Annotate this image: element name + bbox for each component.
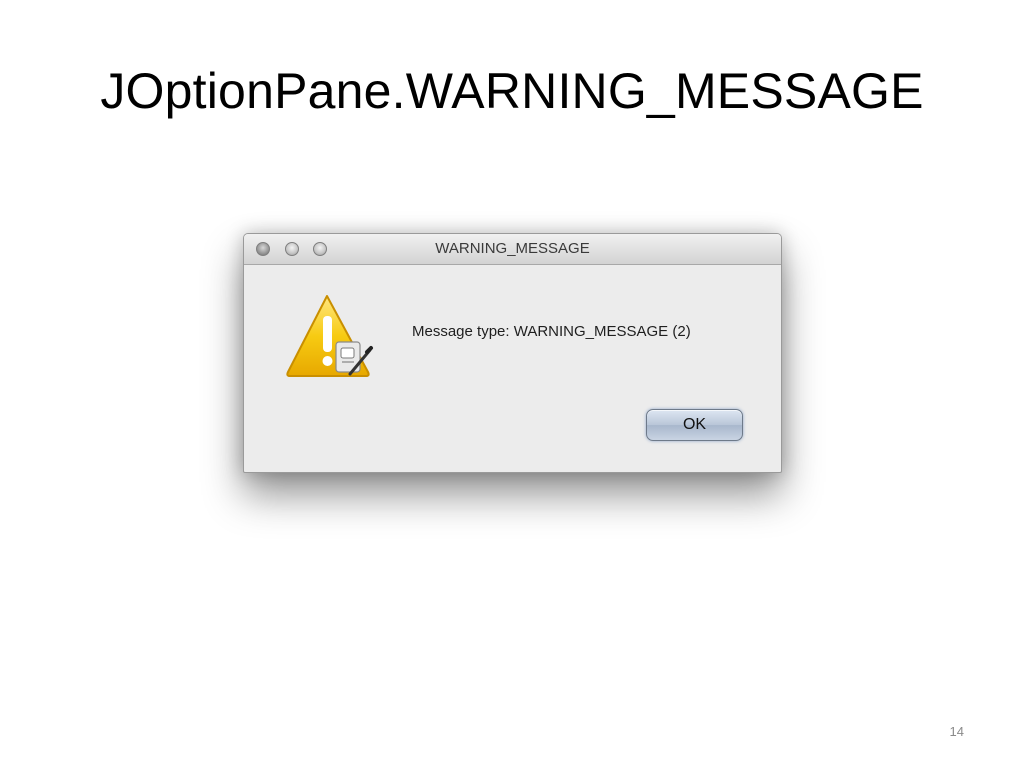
ok-button[interactable]: OK [646,409,743,441]
warning-dialog: WARNING_MESSAGE Message type: WARNING_ME… [243,233,782,473]
dialog-titlebar[interactable]: WARNING_MESSAGE [244,234,781,265]
window-title: WARNING_MESSAGE [435,240,590,257]
dialog-message: Message type: WARNING_MESSAGE (2) [412,323,691,340]
slide-title: JOptionPane.WARNING_MESSAGE [100,63,924,119]
page-number: 14 [949,724,964,739]
slide: JOptionPane.WARNING_MESSAGE WARNING_MESS… [0,0,1024,768]
warning-triangle-icon [286,295,373,377]
